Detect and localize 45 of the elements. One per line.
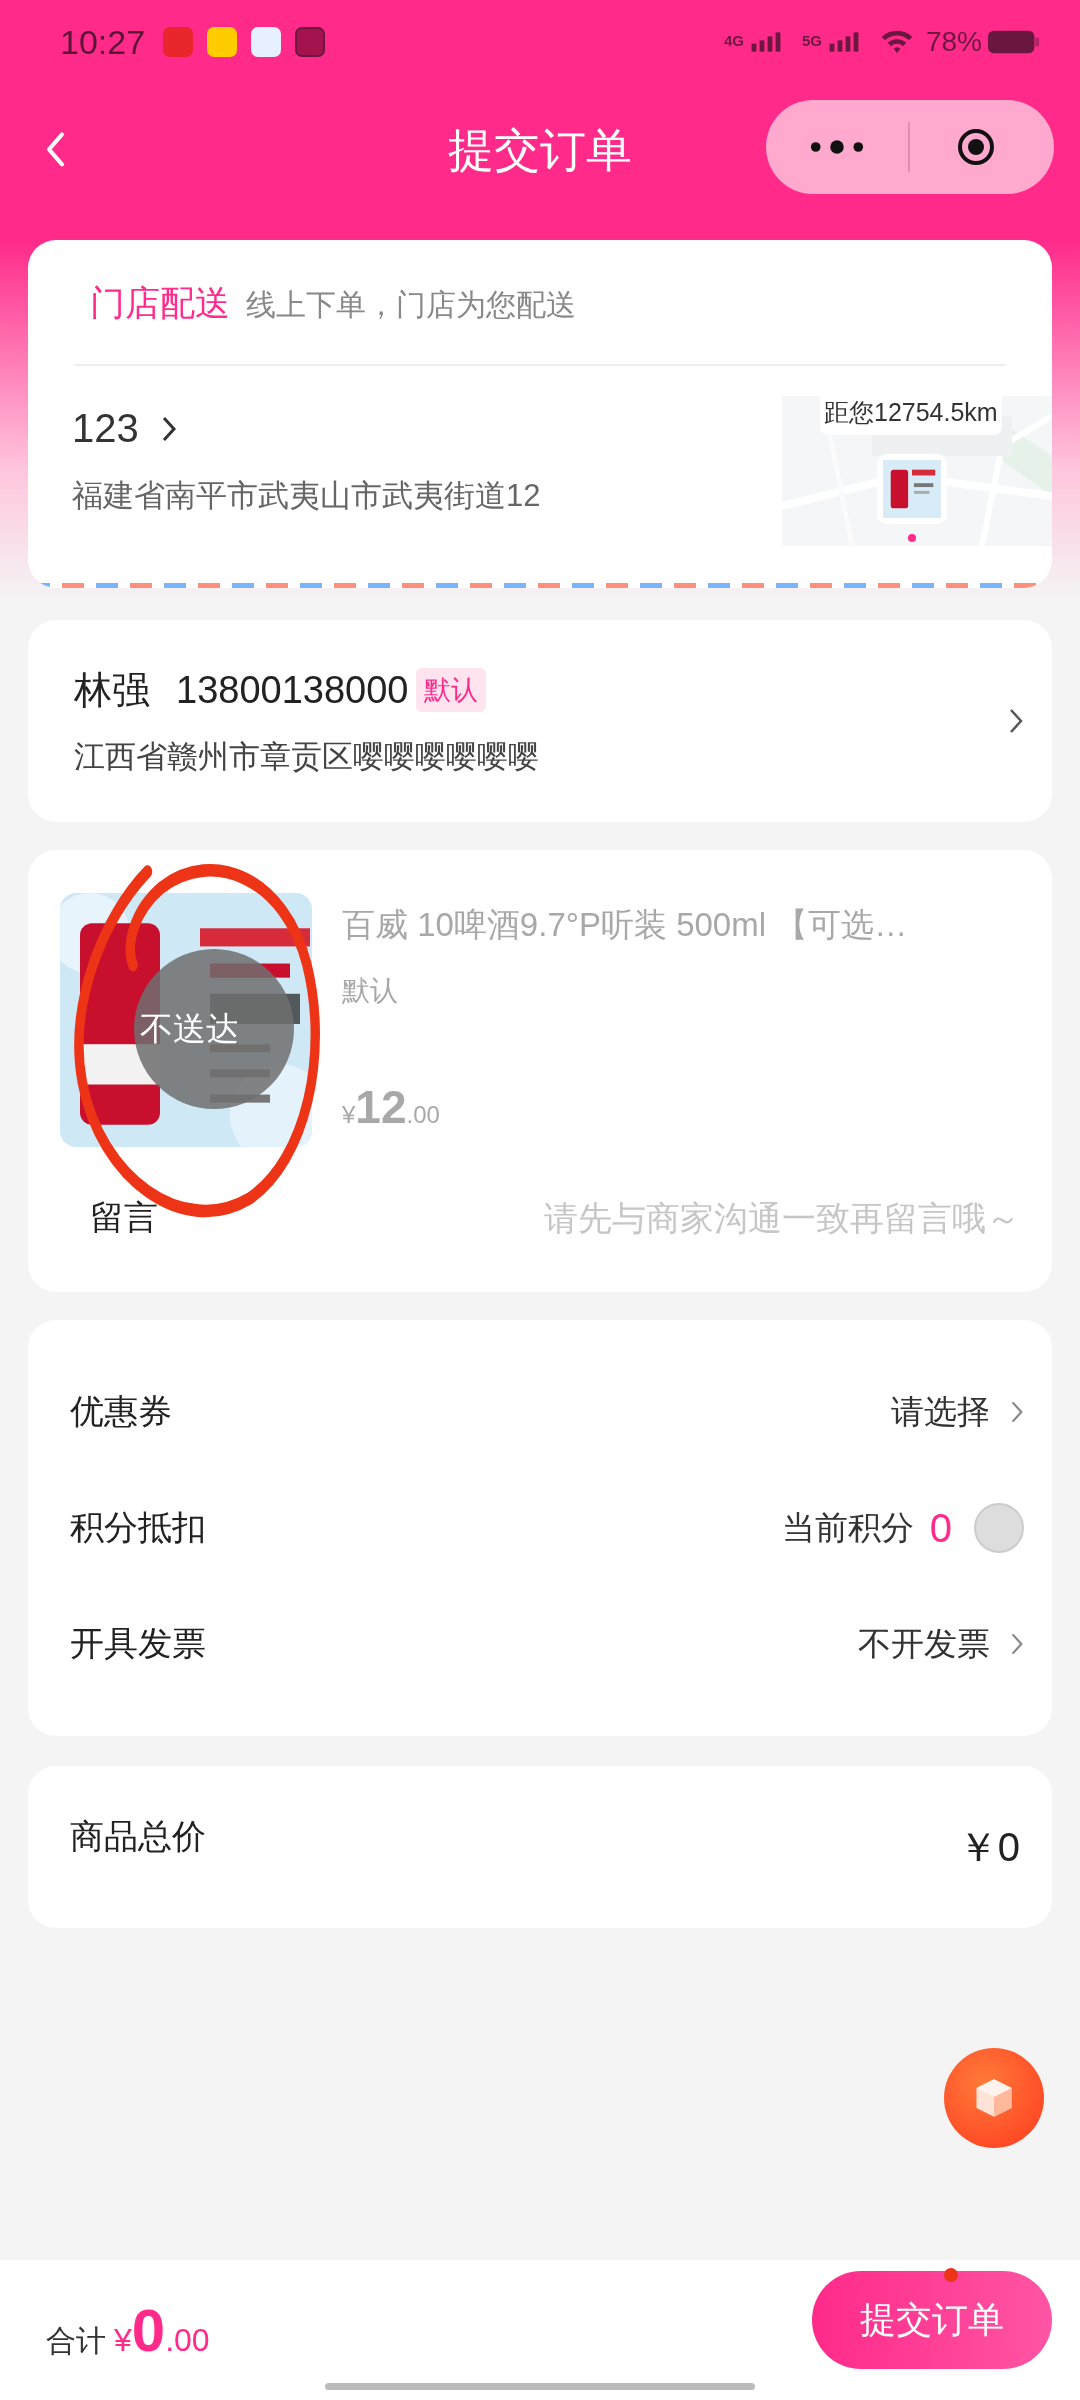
chevron-icon — [160, 414, 177, 443]
contact-phone: 13800138000 — [176, 668, 409, 712]
delivery-mode: 门店配送 — [90, 282, 230, 324]
option-label: 开具发票 — [70, 1623, 206, 1664]
product-price: ¥12.00 — [342, 1080, 441, 1134]
total-amount: ¥0.00 — [114, 2295, 210, 2365]
contact-address: 江西省赣州市章贡区嘤嘤嘤嘤嘤嘤 — [74, 737, 539, 776]
store-address: 福建省南平市武夷山市武夷街道12 — [72, 477, 541, 515]
points-toggle[interactable] — [974, 1503, 1024, 1553]
notification-icon — [207, 27, 238, 57]
product-title: 百威 10啤酒9.7°P听装 500ml 【可选… — [342, 905, 908, 945]
notification-dot — [944, 2268, 958, 2282]
address-card[interactable]: 林强 13800138000 默认 江西省赣州市章贡区嘤嘤嘤嘤嘤嘤 — [28, 620, 1052, 822]
notification-icon — [163, 27, 194, 57]
signal-icon — [827, 32, 860, 52]
chevron-icon — [1010, 1631, 1024, 1657]
message-field[interactable]: 请先与商家沟通一致再留言哦～ — [460, 1198, 1020, 1238]
message-label: 留言 — [89, 1197, 158, 1238]
contact-name: 林强 — [74, 667, 150, 713]
battery-percent: 78% — [925, 26, 982, 58]
default-badge: 默认 — [416, 668, 487, 712]
delivery-hint: 线上下单，门店为您配送 — [246, 287, 576, 323]
status-time: 10:27 — [60, 22, 146, 62]
points-value: 0 — [929, 1505, 952, 1551]
notification-icon — [251, 27, 282, 57]
more-icon[interactable] — [808, 139, 866, 155]
chevron-icon — [1010, 1399, 1024, 1425]
signal-icon — [749, 32, 782, 52]
close-icon[interactable] — [956, 127, 996, 167]
total-label: 合计 — [46, 2322, 106, 2359]
subtotal-label: 商品总价 — [70, 1816, 206, 1857]
option-value[interactable]: 请选择 — [891, 1389, 990, 1435]
option-label: 积分抵扣 — [70, 1507, 206, 1548]
product-spec: 默认 — [342, 974, 399, 1008]
back-icon — [46, 131, 66, 168]
option-value[interactable]: 不开发票 — [858, 1621, 990, 1667]
notification-icon — [295, 27, 326, 57]
store-name[interactable]: 123 — [72, 406, 139, 451]
network-label: 4G — [723, 32, 744, 49]
subtotal-value: ￥0 — [957, 1823, 1020, 1871]
chevron-icon — [1008, 707, 1024, 735]
option-label: 优惠券 — [70, 1391, 172, 1432]
points-label: 当前积分 — [781, 1507, 914, 1548]
network-label: 5G — [801, 32, 822, 49]
page-title: 提交订单 — [447, 123, 633, 178]
